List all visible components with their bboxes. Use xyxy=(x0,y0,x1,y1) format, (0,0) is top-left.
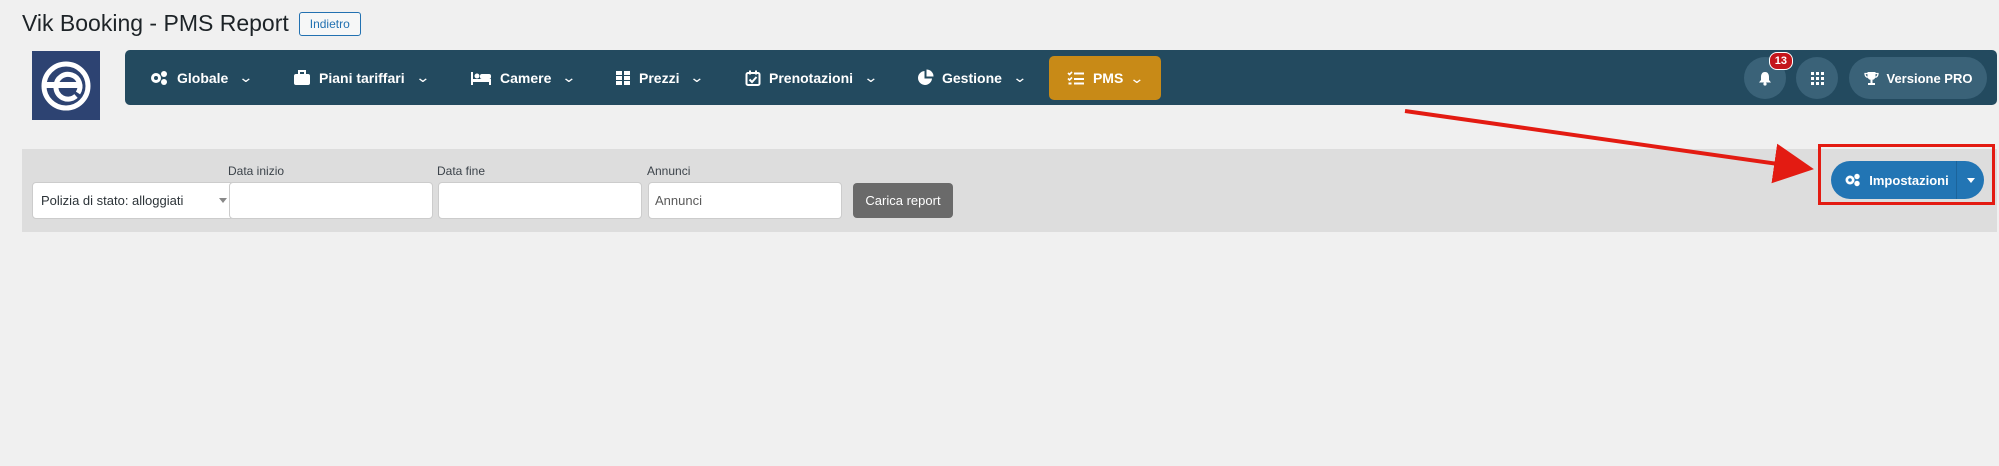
annotation-arrow xyxy=(1404,109,1814,184)
